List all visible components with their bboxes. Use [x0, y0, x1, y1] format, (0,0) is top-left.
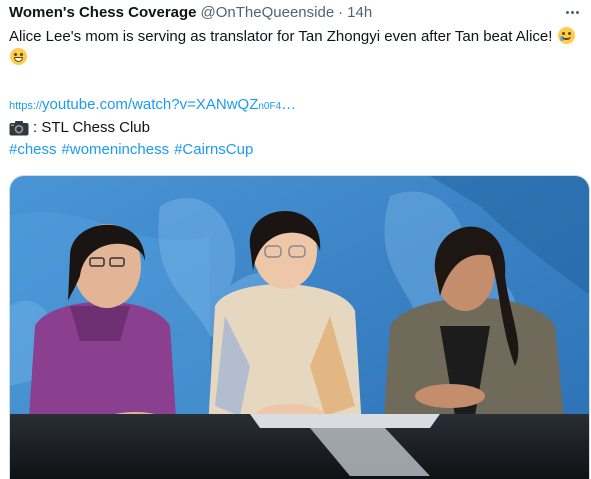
link-ellipsis: …: [281, 96, 297, 113]
tweet-body: Alice Lee's mom is serving as translator…: [9, 28, 553, 45]
grinning-emoji-icon: [10, 48, 27, 65]
camera-icon: [9, 120, 29, 136]
video-link[interactable]: https://youtube.com/watch?v=XANwQZn0F4…: [9, 96, 296, 116]
link-protocol: https://: [9, 100, 43, 112]
hashtag-chess[interactable]: #chess: [9, 141, 57, 158]
tweet-video-media[interactable]: [9, 175, 590, 479]
tweet-timestamp[interactable]: 14h: [347, 4, 372, 21]
display-monitor-back: [250, 414, 440, 428]
link-main: youtube.com/watch?v=XANwQZ: [42, 96, 259, 113]
hashtag-list: #chess #womeninchess #CairnsCup: [9, 140, 258, 160]
photo-credit: : STL Chess Club: [9, 118, 150, 138]
separator-dot: ·: [338, 3, 344, 21]
video-thumbnail: [10, 176, 589, 479]
author-name[interactable]: Women's Chess Coverage: [9, 4, 197, 21]
link-tail: n0F4: [258, 101, 282, 112]
tweet-header: Women's Chess Coverage @OnTheQueenside ·…: [9, 2, 583, 22]
hashtag-cairnscup[interactable]: #CairnsCup: [174, 141, 253, 158]
tweet-text: Alice Lee's mom is serving as translator…: [9, 26, 579, 68]
crying-laughing-emoji-icon: [557, 27, 575, 44]
hashtag-womeninchess[interactable]: #womeninchess: [62, 141, 170, 158]
video-link-anchor[interactable]: https://youtube.com/watch?v=XANwQZn0F4…: [9, 96, 296, 113]
more-options-icon[interactable]: [561, 2, 583, 22]
author-handle[interactable]: @OnTheQueenside: [201, 4, 335, 21]
photo-credit-text: : STL Chess Club: [33, 119, 150, 136]
